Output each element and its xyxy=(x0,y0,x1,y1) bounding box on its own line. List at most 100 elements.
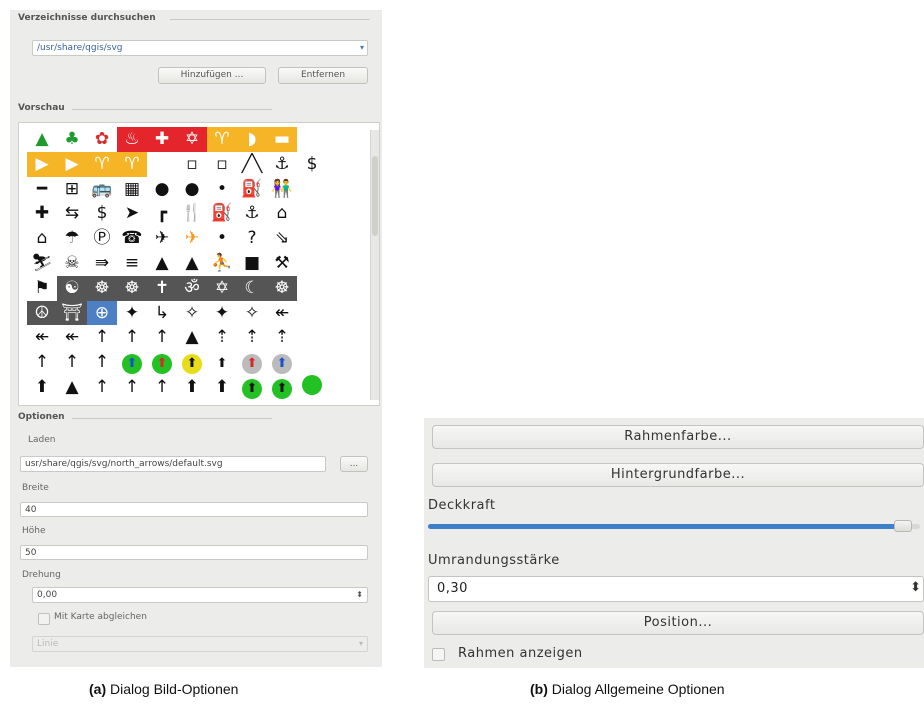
preview-symbol[interactable]: ▦ xyxy=(117,177,147,202)
preview-symbol[interactable]: ↞ xyxy=(27,325,57,350)
preview-symbol[interactable]: ● xyxy=(147,177,177,202)
preview-symbol[interactable]: ⬆ xyxy=(267,375,297,400)
frame-color-button[interactable]: Rahmenfarbe... xyxy=(432,425,924,449)
preview-symbol[interactable]: ╱╲ xyxy=(237,152,267,177)
preview-symbol[interactable]: ✿ xyxy=(87,127,117,152)
opacity-slider-handle[interactable] xyxy=(894,520,913,532)
preview-symbol[interactable]: ➤ xyxy=(117,201,147,226)
preview-symbol[interactable]: ■ xyxy=(237,251,267,276)
preview-symbol[interactable]: 👫 xyxy=(267,177,297,202)
spinner-arrows-icon[interactable]: ⬍ xyxy=(356,588,363,602)
preview-symbol[interactable]: ↑ xyxy=(57,350,87,375)
preview-symbol[interactable]: ↑ xyxy=(147,375,177,400)
preview-symbol[interactable]: ⬆ xyxy=(147,350,177,375)
rotation-spinbox[interactable]: 0,00 ⬍ xyxy=(32,587,368,603)
preview-symbol[interactable]: ▲ xyxy=(147,251,177,276)
preview-symbol[interactable]: ⇘ xyxy=(267,226,297,251)
preview-symbol[interactable]: ⛹ xyxy=(207,251,237,276)
preview-empty-cell[interactable] xyxy=(297,127,327,152)
preview-symbol[interactable]: ✧ xyxy=(237,301,267,326)
preview-symbol[interactable]: ↑ xyxy=(87,375,117,400)
preview-symbol[interactable]: Ⓟ xyxy=(87,226,117,251)
preview-symbol[interactable]: ✚ xyxy=(147,127,177,152)
preview-symbol[interactable]: ⬆ xyxy=(207,350,237,375)
preview-symbol[interactable]: ✦ xyxy=(117,301,147,326)
preview-symbol[interactable]: ☾ xyxy=(237,275,267,301)
preview-symbol[interactable]: ✦ xyxy=(207,301,237,326)
preview-symbol[interactable]: ▶ xyxy=(27,151,57,177)
preview-symbol[interactable]: ⊕ xyxy=(87,300,117,326)
preview-symbol[interactable]: ↑ xyxy=(87,325,117,350)
preview-symbol[interactable]: ⌂ xyxy=(267,201,297,226)
preview-empty-cell[interactable] xyxy=(327,350,357,375)
preview-symbol[interactable]: ☸ xyxy=(117,275,147,301)
preview-symbol[interactable]: ⚓ xyxy=(267,152,297,177)
preview-empty-cell[interactable] xyxy=(327,325,357,350)
preview-symbol[interactable]: ⬆ xyxy=(177,375,207,400)
preview-empty-cell[interactable] xyxy=(297,301,327,326)
preview-empty-cell[interactable] xyxy=(297,251,327,276)
preview-symbol[interactable]: ☂ xyxy=(57,226,87,251)
preview-empty-cell[interactable] xyxy=(327,177,357,202)
load-path-field[interactable]: usr/share/qgis/svg/north_arrows/default.… xyxy=(20,456,326,472)
preview-empty-cell[interactable] xyxy=(327,152,357,177)
remove-directory-button[interactable]: Entfernen xyxy=(278,67,368,84)
preview-symbol[interactable]: ◗ xyxy=(237,127,267,152)
preview-symbol[interactable]: ✈ xyxy=(147,226,177,251)
preview-symbol[interactable]: ━ xyxy=(27,177,57,202)
background-color-button[interactable]: Hintergrundfarbe... xyxy=(432,463,924,487)
preview-symbol[interactable]: $ xyxy=(87,201,117,226)
preview-symbol[interactable]: ↑ xyxy=(117,375,147,400)
preview-symbol[interactable]: ✡ xyxy=(177,127,207,152)
preview-empty-cell[interactable] xyxy=(327,201,357,226)
preview-symbol[interactable]: ☯ xyxy=(57,275,87,301)
preview-symbol[interactable]: ⚓ xyxy=(237,201,267,226)
preview-symbol[interactable]: ♣ xyxy=(57,127,87,152)
browse-button[interactable]: ... xyxy=(340,456,368,472)
sync-with-map-checkbox[interactable] xyxy=(38,613,50,625)
preview-symbol[interactable]: ? xyxy=(237,226,267,251)
preview-empty-cell[interactable] xyxy=(327,127,357,152)
preview-symbol[interactable]: ⬆ xyxy=(237,350,267,375)
preview-symbol[interactable]: ✈ xyxy=(177,226,207,251)
preview-empty-cell[interactable] xyxy=(297,374,327,400)
preview-symbol[interactable]: ♈ xyxy=(207,127,237,152)
preview-symbol[interactable]: ⬆ xyxy=(27,375,57,400)
preview-symbol[interactable]: ⬆ xyxy=(117,350,147,375)
preview-symbol[interactable]: ↑ xyxy=(27,350,57,375)
opacity-slider[interactable] xyxy=(428,520,920,532)
show-frame-checkbox[interactable] xyxy=(432,648,445,661)
preview-symbol[interactable]: ⛷ xyxy=(27,251,57,276)
preview-symbol[interactable]: • xyxy=(207,177,237,202)
preview-symbol[interactable]: ⛽ xyxy=(207,201,237,226)
preview-empty-cell[interactable] xyxy=(327,251,357,276)
preview-symbol[interactable]: ⇆ xyxy=(57,201,87,226)
preview-symbol[interactable]: ▲ xyxy=(57,375,87,400)
preview-symbol[interactable]: ≡ xyxy=(117,251,147,276)
spinner-arrows-icon[interactable]: ⬍ xyxy=(910,580,921,595)
outline-width-spinbox[interactable]: 0,30 ⬍ xyxy=(428,576,924,602)
preview-symbol[interactable]: ↳ xyxy=(147,301,177,326)
preview-empty-cell[interactable] xyxy=(297,325,327,350)
preview-symbol[interactable]: ▬ xyxy=(267,127,297,152)
preview-empty-cell[interactable] xyxy=(297,276,327,301)
position-button[interactable]: Position... xyxy=(432,611,924,635)
preview-empty-cell[interactable] xyxy=(327,301,357,326)
preview-symbol[interactable]: ☸ xyxy=(87,275,117,301)
preview-symbol[interactable]: $ xyxy=(297,152,327,177)
preview-symbol[interactable]: ↑ xyxy=(87,350,117,375)
preview-empty-cell[interactable] xyxy=(297,201,327,226)
preview-symbol[interactable]: ⇡ xyxy=(207,325,237,350)
preview-symbol[interactable]: ⇡ xyxy=(267,325,297,350)
width-field[interactable]: 40 xyxy=(20,502,368,517)
preview-symbol[interactable]: ⬆ xyxy=(207,375,237,400)
preview-empty-cell[interactable] xyxy=(147,152,177,177)
preview-symbol[interactable]: ⬆ xyxy=(267,350,297,375)
height-field[interactable]: 50 xyxy=(20,545,368,560)
preview-symbol[interactable]: ☠ xyxy=(57,251,87,276)
preview-symbol[interactable]: ▶ xyxy=(57,151,87,177)
preview-symbol[interactable]: ॐ xyxy=(177,275,207,301)
scrollbar-thumb[interactable] xyxy=(372,156,378,236)
preview-empty-cell[interactable] xyxy=(327,276,357,301)
preview-empty-cell[interactable] xyxy=(327,226,357,251)
